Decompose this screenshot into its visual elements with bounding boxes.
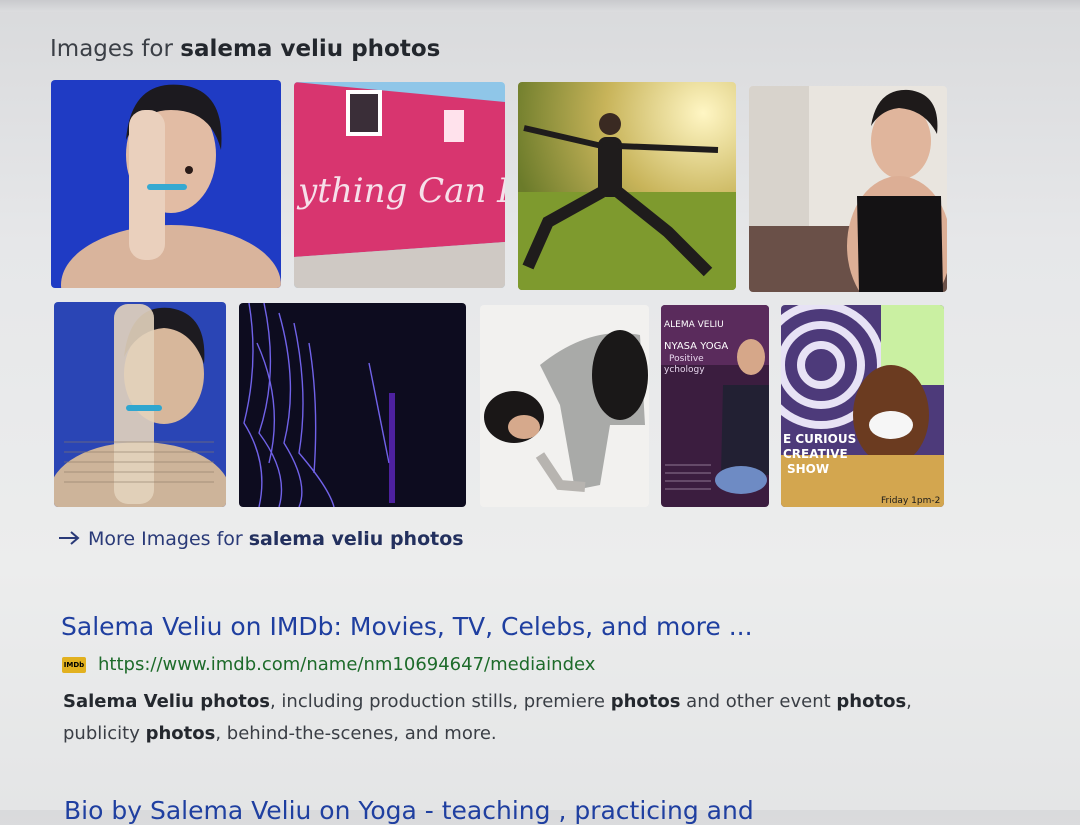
result-url[interactable]: https://www.imdb.com/name/nm10694647/med… bbox=[98, 654, 595, 675]
image-thumbnail-6[interactable] bbox=[239, 303, 466, 507]
snippet-part: photos bbox=[145, 723, 216, 744]
newspaper-collage-photo bbox=[54, 302, 226, 507]
svg-text:NYASA YOGA: NYASA YOGA bbox=[664, 341, 728, 352]
vinyasa-yoga-poster: ALEMA VELIU NYASA YOGA Positive ychology bbox=[661, 305, 769, 507]
snippet-part: , including production stills, premiere bbox=[269, 691, 611, 712]
snippet-part: photos bbox=[610, 691, 681, 712]
snippet-part: Salema Veliu photos bbox=[63, 691, 270, 712]
image-thumbnail-8[interactable]: ALEMA VELIU NYASA YOGA Positive ychology bbox=[661, 305, 769, 507]
image-thumbnail-9[interactable]: E CURIOUS CREATIVE SHOW Friday 1pm-2 bbox=[781, 305, 944, 507]
result-snippet: Salema Veliu photos, including productio… bbox=[63, 686, 963, 750]
result-url-row[interactable]: IMDb https://www.imdb.com/name/nm1069464… bbox=[62, 654, 595, 675]
snippet-part: photos bbox=[836, 691, 907, 712]
browser-top-edge bbox=[0, 0, 1080, 12]
curious-creative-show-poster: E CURIOUS CREATIVE SHOW Friday 1pm-2 bbox=[781, 305, 944, 507]
svg-text:Positive: Positive bbox=[669, 354, 704, 364]
woman-hand-over-eye-photo bbox=[51, 80, 281, 288]
image-thumbnail-2[interactable]: ything Can Happen bbox=[294, 82, 505, 288]
yoga-warrior-photo bbox=[518, 82, 736, 290]
imdb-favicon-icon: IMDb bbox=[62, 656, 86, 673]
svg-text:ALEMA VELIU: ALEMA VELIU bbox=[664, 320, 724, 330]
svg-text:ychology: ychology bbox=[664, 365, 705, 375]
result-title-link[interactable]: Salema Veliu on IMDb: Movies, TV, Celebs… bbox=[61, 612, 753, 641]
images-heading: Images for salema veliu photos bbox=[50, 36, 441, 62]
next-result-title-link[interactable]: Bio by Salema Veliu on Yoga - teaching ,… bbox=[64, 796, 754, 825]
woman-tank-top-photo bbox=[749, 86, 947, 292]
snippet-part: and other event bbox=[680, 691, 837, 712]
more-images-prefix: More Images for bbox=[88, 528, 249, 550]
image-thumbnail-3[interactable] bbox=[518, 82, 736, 290]
more-images-link[interactable]: More Images for salema veliu photos bbox=[58, 528, 464, 550]
svg-text:SHOW: SHOW bbox=[787, 462, 829, 476]
pink-wall-mural-photo: ything Can Happen bbox=[294, 82, 505, 288]
image-thumbnail-5[interactable] bbox=[54, 302, 226, 507]
svg-text:E CURIOUS: E CURIOUS bbox=[783, 432, 856, 446]
arrow-right-icon bbox=[58, 528, 80, 550]
snippet-part: , behind-the-scenes, and more. bbox=[215, 723, 497, 744]
more-images-query: salema veliu photos bbox=[248, 528, 464, 550]
yoga-crow-pose-photo bbox=[480, 305, 649, 507]
image-thumbnail-4[interactable] bbox=[749, 86, 947, 292]
fiber-lights-photo bbox=[239, 303, 466, 507]
svg-text:CREATIVE: CREATIVE bbox=[783, 447, 848, 461]
image-thumbnail-1[interactable] bbox=[51, 80, 281, 288]
svg-text:Friday 1pm-2: Friday 1pm-2 bbox=[881, 496, 940, 506]
mural-text: ything Can Happen bbox=[296, 171, 505, 211]
image-thumbnail-7[interactable] bbox=[480, 305, 649, 507]
